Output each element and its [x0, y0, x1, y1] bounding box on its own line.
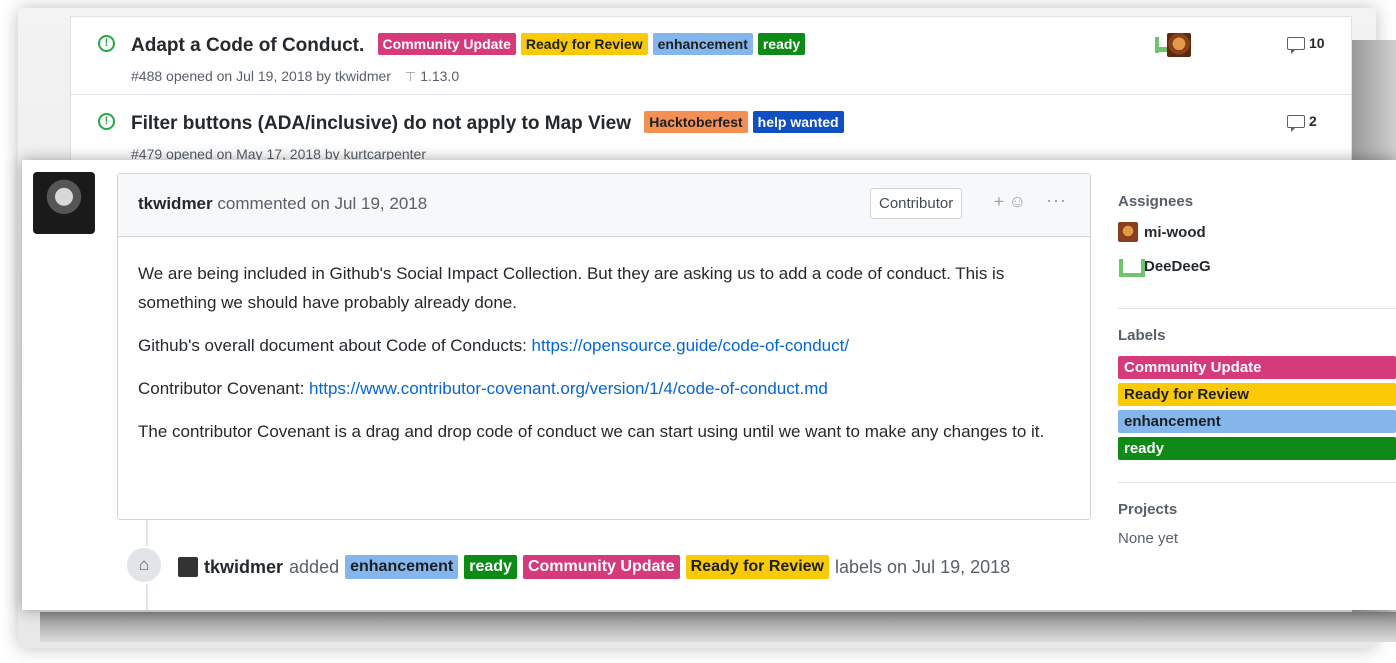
- milestone-icon: ⊤: [404, 69, 417, 84]
- issue-row[interactable]: ! Adapt a Code of Conduct. Community Upd…: [71, 17, 1351, 95]
- projects-heading[interactable]: Projects: [1118, 501, 1396, 518]
- label-event: tkwidmer added enhancement ready Communi…: [178, 555, 1010, 579]
- issue-open-icon: !: [98, 113, 115, 130]
- assignees-heading[interactable]: Assignees: [1118, 193, 1396, 210]
- issue-title-line: Filter buttons (ADA/inclusive) do not ap…: [131, 111, 844, 135]
- background-edge-bottom: [40, 612, 1396, 642]
- avatar-mi-wood: [1167, 33, 1191, 57]
- comment-byline: tkwidmer commented on Jul 19, 2018: [138, 194, 427, 214]
- comment-paragraph: We are being included in Github's Social…: [138, 264, 1005, 312]
- milestone-label: 1.13.0: [420, 68, 460, 84]
- issue-list: ! Adapt a Code of Conduct. Community Upd…: [70, 16, 1352, 166]
- issue-sidebar: Assignees mi-wood DeeDeeG Labels Communi…: [1118, 185, 1396, 547]
- label-ready-for-review[interactable]: Ready for Review: [520, 33, 648, 55]
- comment-count[interactable]: 2: [1287, 113, 1317, 132]
- label-ready-for-review[interactable]: Ready for Review: [1118, 383, 1396, 406]
- comment-paragraph: Contributor Covenant: https://www.contri…: [138, 374, 1070, 403]
- issue-title-line: Adapt a Code of Conduct. Community Updat…: [131, 33, 806, 57]
- assignee-item[interactable]: DeeDeeG: [1118, 256, 1396, 277]
- projects-value: None yet: [1118, 530, 1179, 547]
- actor-avatar[interactable]: [178, 557, 198, 577]
- opensource-guide-link[interactable]: https://opensource.guide/code-of-conduct…: [532, 336, 850, 355]
- comment: tkwidmer commented on Jul 19, 2018 Contr…: [117, 173, 1091, 520]
- label-community-update[interactable]: Community Update: [1118, 356, 1396, 379]
- labels-section: Labels Community Update Ready for Review…: [1118, 327, 1396, 483]
- assignees-section: Assignees mi-wood DeeDeeG: [1118, 193, 1396, 309]
- plus-icon: +: [994, 192, 1004, 211]
- label-enhancement[interactable]: enhancement: [1118, 410, 1396, 433]
- issue-title-link[interactable]: Adapt a Code of Conduct.: [131, 35, 364, 56]
- label-enhancement[interactable]: enhancement: [652, 33, 753, 55]
- comment-paragraph: Github's overall document about Code of …: [138, 331, 1070, 360]
- label-enhancement[interactable]: enhancement: [345, 555, 459, 579]
- projects-section: Projects None yet: [1118, 501, 1396, 547]
- smiley-icon: ☺: [1003, 192, 1027, 211]
- avatar-deedeeg: [1118, 256, 1145, 277]
- comment-text: Github's overall document about Code of …: [138, 336, 532, 355]
- label-hacktoberfest[interactable]: Hacktoberfest: [644, 111, 748, 133]
- contributor-badge: Contributor: [870, 188, 963, 219]
- issue-title-link[interactable]: Filter buttons (ADA/inclusive) do not ap…: [131, 113, 631, 134]
- issue-row[interactable]: ! Filter buttons (ADA/inclusive) do not …: [71, 95, 1351, 167]
- label-ready[interactable]: ready: [757, 33, 806, 55]
- label-ready[interactable]: ready: [464, 555, 517, 579]
- comment-header: tkwidmer commented on Jul 19, 2018 Contr…: [118, 174, 1090, 237]
- event-suffix: labels on Jul 19, 2018: [835, 556, 1011, 577]
- comment-body: We are being included in Github's Social…: [118, 237, 1090, 482]
- label-help-wanted[interactable]: help wanted: [752, 111, 844, 133]
- event-actor[interactable]: tkwidmer: [204, 557, 283, 578]
- issue-labels: Hacktoberfest help wanted: [644, 111, 844, 133]
- add-reaction-button[interactable]: + ☺: [994, 192, 1026, 212]
- tag-icon: ⌂: [125, 546, 163, 584]
- issue-labels: Community Update Ready for Review enhanc…: [377, 33, 806, 55]
- issue-meta: #488 opened on Jul 19, 2018 by tkwidmer …: [131, 68, 459, 85]
- assignee-name: mi-wood: [1144, 223, 1206, 241]
- avatar-mi-wood: [1118, 222, 1138, 242]
- label-ready[interactable]: ready: [1118, 437, 1396, 460]
- labels-heading[interactable]: Labels: [1118, 327, 1396, 344]
- comment-text: Contributor Covenant:: [138, 379, 310, 398]
- label-ready-for-review[interactable]: Ready for Review: [685, 555, 829, 579]
- assignee-name: DeeDeeG: [1144, 257, 1211, 275]
- comment-action: commented on Jul 19, 2018: [217, 194, 428, 213]
- comment-icon: [1287, 37, 1305, 54]
- author-avatar[interactable]: [33, 172, 95, 234]
- comment-paragraph: The contributor Covenant is a drag and d…: [138, 422, 1045, 441]
- contributor-covenant-link[interactable]: https://www.contributor-covenant.org/ver…: [309, 379, 828, 398]
- comment-count-value: 10: [1309, 35, 1325, 51]
- milestone[interactable]: ⊤ 1.13.0: [405, 68, 459, 84]
- issue-open-icon: !: [98, 35, 115, 52]
- comment-icon: [1287, 115, 1305, 132]
- event-verb: added: [289, 556, 340, 577]
- comment-count[interactable]: 10: [1287, 35, 1325, 54]
- issue-detail-panel: tkwidmer commented on Jul 19, 2018 Contr…: [22, 160, 1396, 610]
- issue-meta-text: #488 opened on Jul 19, 2018 by tkwidmer: [131, 68, 391, 84]
- comment-author[interactable]: tkwidmer: [138, 194, 213, 213]
- label-community-update[interactable]: Community Update: [377, 33, 516, 55]
- comment-count-value: 2: [1309, 113, 1317, 129]
- label-community-update[interactable]: Community Update: [522, 555, 680, 579]
- assignee-item[interactable]: mi-wood: [1118, 222, 1396, 242]
- more-options-icon[interactable]: ···: [1046, 190, 1067, 211]
- assignee-avatars[interactable]: [1153, 33, 1197, 57]
